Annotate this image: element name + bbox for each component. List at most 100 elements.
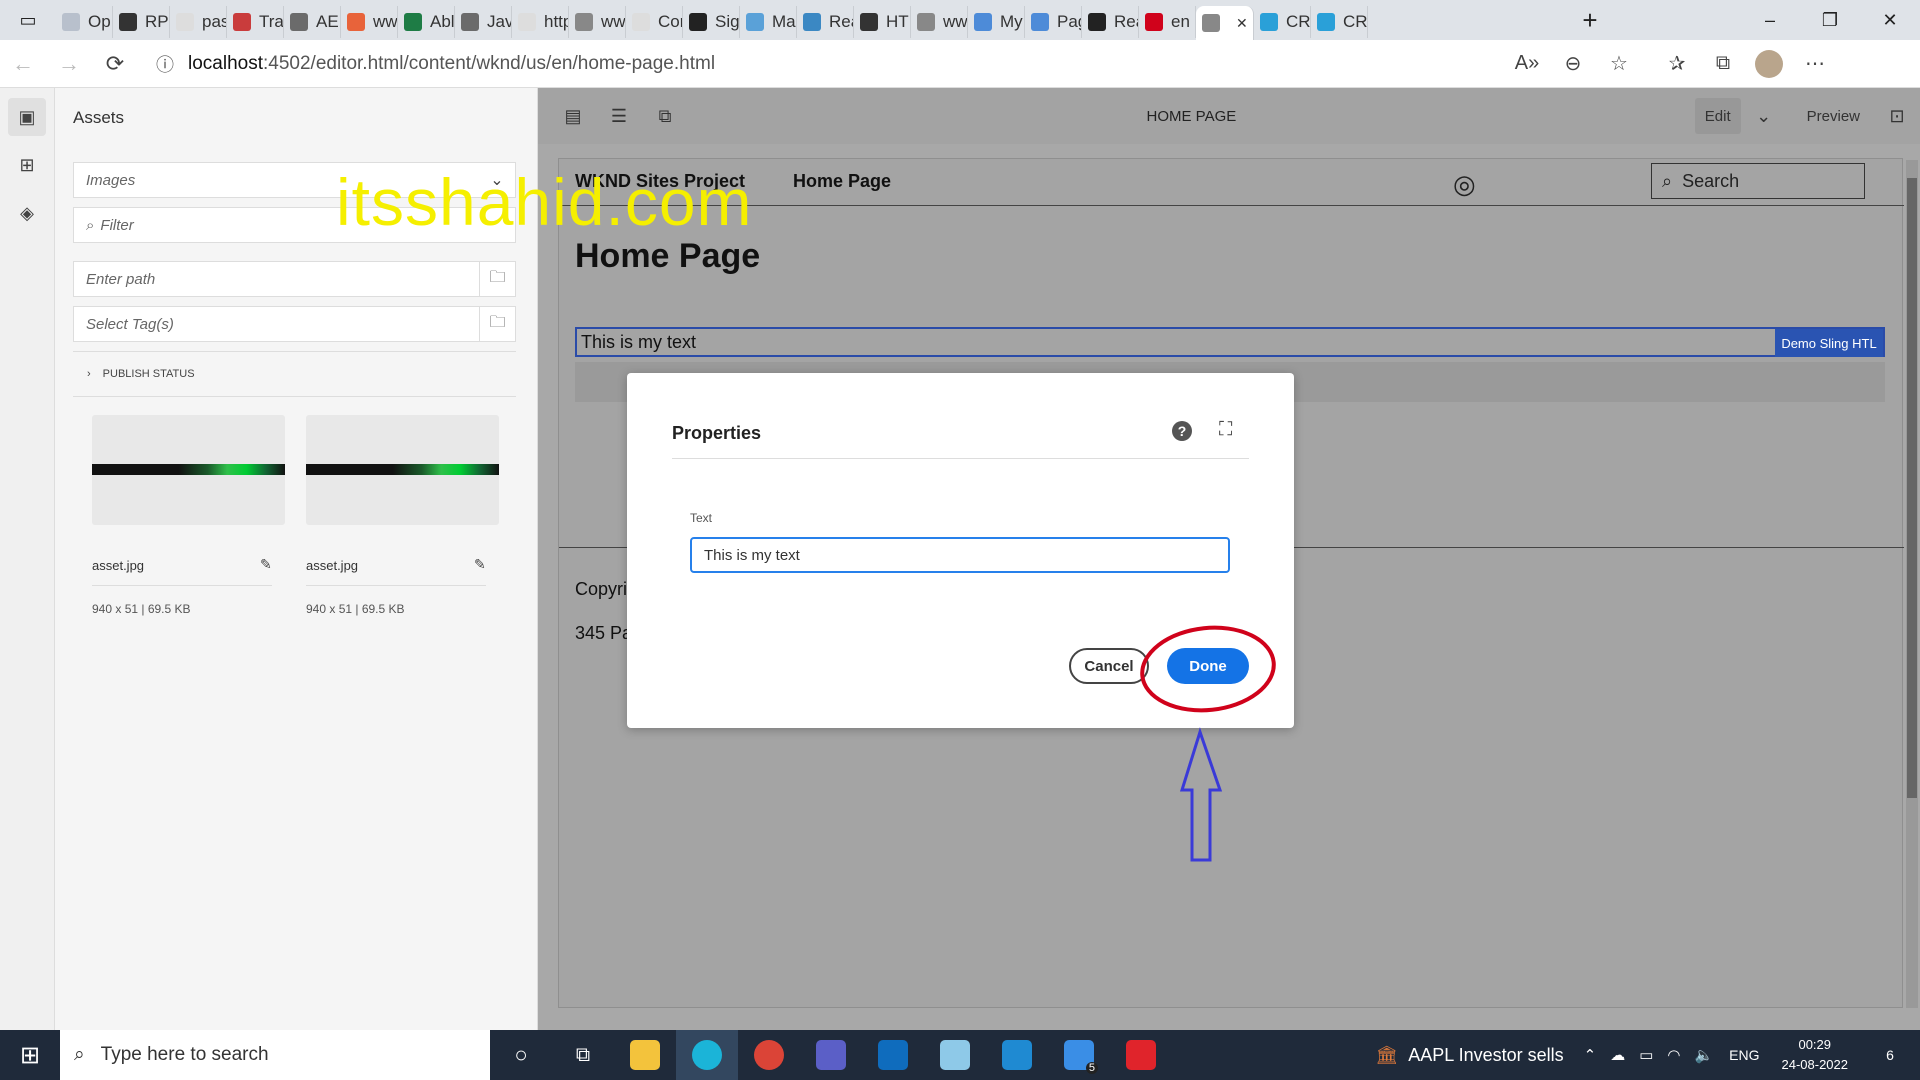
notifications-button[interactable]: 6 <box>1870 1047 1910 1063</box>
notes-icon[interactable] <box>924 1030 986 1080</box>
browser-tab[interactable]: Ma <box>740 6 797 38</box>
preview-button[interactable]: Preview <box>1787 108 1874 125</box>
browser-tab[interactable]: Pag <box>1025 6 1082 38</box>
fullscreen-icon[interactable]: ⛶ <box>1219 419 1232 441</box>
chrome-icon[interactable] <box>738 1030 800 1080</box>
text-field-input[interactable]: This is my text <box>690 537 1230 573</box>
url-field[interactable]: ⓘ localhost:4502/editor.html/content/wkn… <box>144 45 1504 82</box>
toggle-side-panel-icon[interactable]: ▤ <box>550 98 596 134</box>
components-icon[interactable]: ⊞ <box>8 146 46 184</box>
browser-tab[interactable]: Rea <box>797 6 854 38</box>
browser-tab[interactable]: Op <box>56 6 113 38</box>
chevron-down-icon[interactable]: ⌄ <box>1741 98 1787 134</box>
browser-tab[interactable]: ww <box>569 6 626 38</box>
help-icon[interactable]: ? <box>1172 421 1192 441</box>
browser-tab[interactable]: pas <box>170 6 227 38</box>
profile-avatar[interactable] <box>1746 44 1792 84</box>
site-search-input[interactable]: ⌕ Search <box>1651 163 1865 199</box>
browser-tab[interactable]: HTI <box>854 6 911 38</box>
cortana-icon[interactable]: ○ <box>490 1030 552 1080</box>
teams-icon[interactable] <box>800 1030 862 1080</box>
path-input[interactable]: Enter path 🗀 <box>73 261 516 297</box>
asset-name: asset.jpg <box>306 558 359 573</box>
nav-item-home[interactable]: Home Page <box>793 171 891 192</box>
tab-favicon-icon <box>290 13 308 31</box>
wifi-icon[interactable]: ◠ <box>1667 1046 1680 1064</box>
browser-tab[interactable]: Trai <box>227 6 284 38</box>
back-button[interactable]: ← <box>0 44 46 84</box>
browser-tab[interactable]: Sig <box>683 6 740 38</box>
browser-tab[interactable]: Abl <box>398 6 455 38</box>
browser-tab[interactable]: Cor <box>626 6 683 38</box>
close-window-button[interactable]: ✕ <box>1860 0 1920 40</box>
close-tab-icon[interactable]: ✕ <box>1236 15 1248 32</box>
minimize-button[interactable]: – <box>1740 0 1800 40</box>
windows-start-icon[interactable]: ⊞ <box>0 1030 60 1080</box>
chevron-up-icon[interactable]: ⌃ <box>1584 1046 1597 1064</box>
asset-meta: 940 x 51 | 69.5 KB <box>306 602 405 616</box>
collections-icon[interactable]: ⧉ <box>1700 44 1746 84</box>
language-indicator[interactable]: ENG <box>1729 1047 1759 1063</box>
text-component[interactable]: This is my text Demo Sling HTL <box>575 327 1885 357</box>
assets-title: Assets <box>73 108 125 127</box>
add-favorite-icon[interactable]: ☆ <box>1596 44 1642 84</box>
task-view-icon[interactable]: ⧉ <box>552 1030 614 1080</box>
more-menu-icon[interactable]: ⋯ <box>1792 44 1838 84</box>
asset-thumbnail[interactable] <box>92 415 285 525</box>
reload-button[interactable]: ⟳ <box>92 44 138 84</box>
search-icon: ⌕ <box>74 1044 85 1065</box>
browser-tab[interactable]: ✕ <box>1196 6 1254 40</box>
outlook-icon[interactable] <box>862 1030 924 1080</box>
edit-pencil-icon[interactable]: ✎ <box>474 556 486 573</box>
edit-pencil-icon[interactable]: ✎ <box>260 556 272 573</box>
tab-actions-icon[interactable]: ▭ <box>0 0 56 40</box>
content-tree-icon[interactable]: ◈ <box>8 194 46 232</box>
tab-label: Cor <box>658 12 683 31</box>
mail-icon[interactable]: 5 <box>1048 1030 1110 1080</box>
folder-browse-icon[interactable]: 🗀 <box>479 307 515 341</box>
tags-input[interactable]: Select Tag(s) 🗀 <box>73 306 516 342</box>
onedrive-icon[interactable]: ☁ <box>1610 1046 1625 1064</box>
volume-icon[interactable]: 🔈 <box>1694 1046 1713 1064</box>
scrollbar[interactable] <box>1906 160 1918 1008</box>
new-tab-button[interactable]: + <box>1560 0 1620 40</box>
clock[interactable]: 00:29 24-08-2022 <box>1782 1035 1849 1075</box>
browser-tab[interactable]: CR <box>1311 6 1368 38</box>
assets-icon[interactable]: ▣ <box>8 98 46 136</box>
tab-label: AEN <box>316 12 340 31</box>
folder-browse-icon[interactable]: 🗀 <box>479 262 515 296</box>
tab-favicon-icon <box>803 13 821 31</box>
browser-tab[interactable]: RP- <box>113 6 170 38</box>
edit-mode-button[interactable]: Edit <box>1694 98 1741 134</box>
browser-tab[interactable]: en <box>1139 6 1196 38</box>
browser-tab[interactable]: Rea <box>1082 6 1139 38</box>
page-properties-icon[interactable]: ☰ <box>596 98 642 134</box>
zoom-icon[interactable]: ⊖ <box>1550 44 1596 84</box>
taskbar-search-input[interactable]: ⌕ Type here to search <box>60 1030 490 1080</box>
publish-status-toggle[interactable]: › PUBLISH STATUS <box>87 368 195 380</box>
browser-tab[interactable]: http <box>512 6 569 38</box>
edge-icon[interactable] <box>676 1030 738 1080</box>
browser-tab[interactable]: Jav <box>455 6 512 38</box>
chevron-right-icon: › <box>87 368 91 380</box>
site-info-icon[interactable]: ⓘ <box>156 51 174 77</box>
news-widget[interactable]: 🏛 AAPL Investor sells <box>1375 1045 1563 1066</box>
browser-tab[interactable]: CR <box>1254 6 1311 38</box>
restore-button[interactable]: ❐ <box>1800 0 1860 40</box>
browser-tab[interactable]: ww <box>911 6 968 38</box>
adobe-icon[interactable] <box>1110 1030 1172 1080</box>
filter-placeholder: Filter <box>100 216 134 234</box>
forward-button[interactable]: → <box>46 44 92 84</box>
emulator-icon[interactable]: ⧉ <box>642 98 688 134</box>
globe-icon[interactable]: ◎ <box>1453 169 1476 200</box>
battery-icon[interactable]: ▭ <box>1639 1046 1653 1064</box>
publish-icon[interactable]: ⊡ <box>1874 98 1920 134</box>
favorites-icon[interactable]: ✰ <box>1654 44 1700 84</box>
file-explorer-icon[interactable] <box>614 1030 676 1080</box>
read-aloud-icon[interactable]: A» <box>1504 44 1550 84</box>
browser-tab[interactable]: ww <box>341 6 398 38</box>
asset-thumbnail[interactable] <box>306 415 499 525</box>
browser-tab[interactable]: My <box>968 6 1025 38</box>
browser-tab[interactable]: AEN <box>284 6 341 38</box>
vscode-icon[interactable] <box>986 1030 1048 1080</box>
